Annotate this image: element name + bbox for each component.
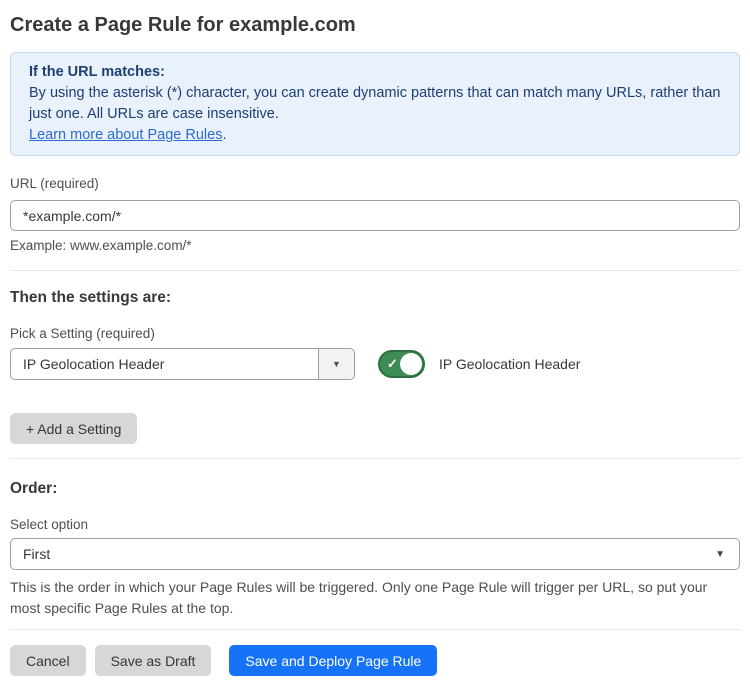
cancel-button[interactable]: Cancel (10, 645, 86, 676)
page-title: Create a Page Rule for example.com (10, 12, 740, 38)
setting-row: IP Geolocation Header ▼ ✓ IP Geolocation… (10, 348, 740, 380)
url-input[interactable] (10, 200, 740, 231)
setting-dropdown-caret-button[interactable]: ▼ (318, 349, 354, 379)
setting-dropdown[interactable]: IP Geolocation Header ▼ (10, 348, 355, 380)
info-box-heading: If the URL matches: (29, 62, 721, 83)
divider (10, 458, 740, 459)
order-select[interactable]: First ▼ (10, 538, 740, 570)
save-and-deploy-button[interactable]: Save and Deploy Page Rule (229, 645, 437, 676)
settings-section-heading: Then the settings are: (10, 289, 740, 307)
order-select-label: Select option (10, 517, 740, 533)
order-section-heading: Order: (10, 480, 740, 498)
setting-dropdown-value: IP Geolocation Header (11, 349, 318, 379)
toggle-knob (400, 353, 422, 375)
check-icon: ✓ (387, 357, 398, 370)
create-page-rule-form: Create a Page Rule for example.com If th… (0, 12, 750, 687)
setting-toggle-wrap: ✓ IP Geolocation Header (378, 350, 580, 378)
info-box-body: By using the asterisk (*) character, you… (29, 83, 721, 125)
toggle-label: IP Geolocation Header (439, 356, 580, 372)
footer-actions: Cancel Save as Draft Save and Deploy Pag… (10, 645, 740, 676)
url-field-label: URL (required) (10, 176, 740, 192)
pick-setting-label: Pick a Setting (required) (10, 326, 740, 342)
save-as-draft-button[interactable]: Save as Draft (95, 645, 212, 676)
order-help-text: This is the order in which your Page Rul… (10, 577, 740, 618)
add-setting-button[interactable]: + Add a Setting (10, 413, 137, 444)
caret-down-icon: ▼ (332, 359, 341, 369)
link-suffix: . (222, 127, 226, 143)
url-example-text: Example: www.example.com/* (10, 238, 740, 254)
page-rules-learn-more-link[interactable]: Learn more about Page Rules (29, 127, 222, 143)
order-select-value: First (23, 546, 50, 562)
caret-down-icon: ▼ (715, 549, 725, 560)
divider (10, 270, 740, 271)
divider (10, 629, 740, 630)
ip-geolocation-toggle[interactable]: ✓ (378, 350, 425, 378)
info-box-link-line: Learn more about Page Rules. (29, 125, 721, 146)
url-match-info-box: If the URL matches: By using the asteris… (10, 52, 740, 156)
